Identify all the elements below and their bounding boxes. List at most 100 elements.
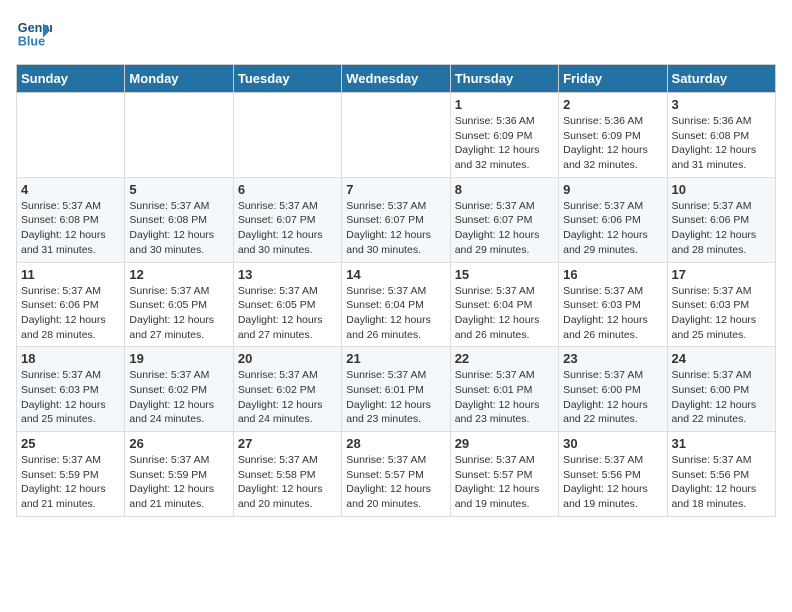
day-number: 17	[672, 267, 771, 282]
day-detail: Sunrise: 5:37 AM Sunset: 5:57 PM Dayligh…	[455, 453, 554, 512]
logo: General Blue	[16, 16, 52, 52]
calendar-day-cell: 31 Sunrise: 5:37 AM Sunset: 5:56 PM Dayl…	[667, 432, 775, 517]
day-number: 11	[21, 267, 120, 282]
day-detail: Sunrise: 5:36 AM Sunset: 6:09 PM Dayligh…	[455, 114, 554, 173]
day-detail: Sunrise: 5:37 AM Sunset: 5:56 PM Dayligh…	[672, 453, 771, 512]
calendar-day-header: Sunday	[17, 65, 125, 93]
day-number: 12	[129, 267, 228, 282]
calendar-day-cell: 29 Sunrise: 5:37 AM Sunset: 5:57 PM Dayl…	[450, 432, 558, 517]
day-number: 18	[21, 351, 120, 366]
calendar-day-cell: 14 Sunrise: 5:37 AM Sunset: 6:04 PM Dayl…	[342, 262, 450, 347]
calendar-day-cell: 6 Sunrise: 5:37 AM Sunset: 6:07 PM Dayli…	[233, 177, 341, 262]
calendar-day-cell: 25 Sunrise: 5:37 AM Sunset: 5:59 PM Dayl…	[17, 432, 125, 517]
day-detail: Sunrise: 5:37 AM Sunset: 5:57 PM Dayligh…	[346, 453, 445, 512]
day-detail: Sunrise: 5:37 AM Sunset: 5:59 PM Dayligh…	[21, 453, 120, 512]
day-number: 28	[346, 436, 445, 451]
day-detail: Sunrise: 5:37 AM Sunset: 6:08 PM Dayligh…	[21, 199, 120, 258]
calendar-day-cell: 3 Sunrise: 5:36 AM Sunset: 6:08 PM Dayli…	[667, 93, 775, 178]
calendar-day-cell: 1 Sunrise: 5:36 AM Sunset: 6:09 PM Dayli…	[450, 93, 558, 178]
calendar-day-cell: 7 Sunrise: 5:37 AM Sunset: 6:07 PM Dayli…	[342, 177, 450, 262]
calendar-day-cell: 16 Sunrise: 5:37 AM Sunset: 6:03 PM Dayl…	[559, 262, 667, 347]
calendar-week-row: 18 Sunrise: 5:37 AM Sunset: 6:03 PM Dayl…	[17, 347, 776, 432]
day-detail: Sunrise: 5:37 AM Sunset: 5:58 PM Dayligh…	[238, 453, 337, 512]
calendar-day-header: Saturday	[667, 65, 775, 93]
calendar-table: SundayMondayTuesdayWednesdayThursdayFrid…	[16, 64, 776, 517]
day-number: 9	[563, 182, 662, 197]
calendar-day-cell	[342, 93, 450, 178]
day-number: 25	[21, 436, 120, 451]
day-detail: Sunrise: 5:37 AM Sunset: 6:06 PM Dayligh…	[563, 199, 662, 258]
calendar-day-cell	[17, 93, 125, 178]
calendar-day-cell: 18 Sunrise: 5:37 AM Sunset: 6:03 PM Dayl…	[17, 347, 125, 432]
calendar-day-cell: 20 Sunrise: 5:37 AM Sunset: 6:02 PM Dayl…	[233, 347, 341, 432]
day-number: 16	[563, 267, 662, 282]
calendar-day-cell: 9 Sunrise: 5:37 AM Sunset: 6:06 PM Dayli…	[559, 177, 667, 262]
calendar-day-cell: 8 Sunrise: 5:37 AM Sunset: 6:07 PM Dayli…	[450, 177, 558, 262]
day-detail: Sunrise: 5:37 AM Sunset: 6:01 PM Dayligh…	[346, 368, 445, 427]
calendar-day-cell: 26 Sunrise: 5:37 AM Sunset: 5:59 PM Dayl…	[125, 432, 233, 517]
calendar-day-cell	[125, 93, 233, 178]
day-detail: Sunrise: 5:37 AM Sunset: 6:08 PM Dayligh…	[129, 199, 228, 258]
page-header: General Blue	[16, 16, 776, 52]
calendar-day-cell: 2 Sunrise: 5:36 AM Sunset: 6:09 PM Dayli…	[559, 93, 667, 178]
day-number: 5	[129, 182, 228, 197]
calendar-week-row: 1 Sunrise: 5:36 AM Sunset: 6:09 PM Dayli…	[17, 93, 776, 178]
calendar-week-row: 25 Sunrise: 5:37 AM Sunset: 5:59 PM Dayl…	[17, 432, 776, 517]
day-detail: Sunrise: 5:37 AM Sunset: 6:04 PM Dayligh…	[455, 284, 554, 343]
calendar-day-cell: 24 Sunrise: 5:37 AM Sunset: 6:00 PM Dayl…	[667, 347, 775, 432]
day-number: 21	[346, 351, 445, 366]
day-number: 8	[455, 182, 554, 197]
calendar-day-cell: 11 Sunrise: 5:37 AM Sunset: 6:06 PM Dayl…	[17, 262, 125, 347]
day-detail: Sunrise: 5:37 AM Sunset: 6:04 PM Dayligh…	[346, 284, 445, 343]
day-number: 20	[238, 351, 337, 366]
calendar-header-row: SundayMondayTuesdayWednesdayThursdayFrid…	[17, 65, 776, 93]
day-number: 30	[563, 436, 662, 451]
day-detail: Sunrise: 5:37 AM Sunset: 6:07 PM Dayligh…	[238, 199, 337, 258]
calendar-day-cell: 5 Sunrise: 5:37 AM Sunset: 6:08 PM Dayli…	[125, 177, 233, 262]
day-number: 26	[129, 436, 228, 451]
day-number: 23	[563, 351, 662, 366]
day-detail: Sunrise: 5:36 AM Sunset: 6:08 PM Dayligh…	[672, 114, 771, 173]
calendar-day-cell: 22 Sunrise: 5:37 AM Sunset: 6:01 PM Dayl…	[450, 347, 558, 432]
calendar-day-cell: 21 Sunrise: 5:37 AM Sunset: 6:01 PM Dayl…	[342, 347, 450, 432]
day-detail: Sunrise: 5:37 AM Sunset: 6:06 PM Dayligh…	[21, 284, 120, 343]
calendar-week-row: 4 Sunrise: 5:37 AM Sunset: 6:08 PM Dayli…	[17, 177, 776, 262]
calendar-day-cell: 27 Sunrise: 5:37 AM Sunset: 5:58 PM Dayl…	[233, 432, 341, 517]
day-detail: Sunrise: 5:37 AM Sunset: 6:07 PM Dayligh…	[455, 199, 554, 258]
day-detail: Sunrise: 5:37 AM Sunset: 6:03 PM Dayligh…	[21, 368, 120, 427]
day-detail: Sunrise: 5:37 AM Sunset: 6:03 PM Dayligh…	[563, 284, 662, 343]
day-detail: Sunrise: 5:37 AM Sunset: 6:00 PM Dayligh…	[672, 368, 771, 427]
day-number: 15	[455, 267, 554, 282]
day-number: 24	[672, 351, 771, 366]
day-detail: Sunrise: 5:37 AM Sunset: 6:00 PM Dayligh…	[563, 368, 662, 427]
day-detail: Sunrise: 5:37 AM Sunset: 6:03 PM Dayligh…	[672, 284, 771, 343]
calendar-day-header: Thursday	[450, 65, 558, 93]
calendar-day-cell: 19 Sunrise: 5:37 AM Sunset: 6:02 PM Dayl…	[125, 347, 233, 432]
day-number: 14	[346, 267, 445, 282]
day-detail: Sunrise: 5:36 AM Sunset: 6:09 PM Dayligh…	[563, 114, 662, 173]
calendar-day-header: Friday	[559, 65, 667, 93]
day-number: 7	[346, 182, 445, 197]
calendar-day-cell: 10 Sunrise: 5:37 AM Sunset: 6:06 PM Dayl…	[667, 177, 775, 262]
day-detail: Sunrise: 5:37 AM Sunset: 5:56 PM Dayligh…	[563, 453, 662, 512]
day-detail: Sunrise: 5:37 AM Sunset: 6:02 PM Dayligh…	[238, 368, 337, 427]
calendar-day-cell: 23 Sunrise: 5:37 AM Sunset: 6:00 PM Dayl…	[559, 347, 667, 432]
day-detail: Sunrise: 5:37 AM Sunset: 5:59 PM Dayligh…	[129, 453, 228, 512]
day-detail: Sunrise: 5:37 AM Sunset: 6:06 PM Dayligh…	[672, 199, 771, 258]
calendar-day-header: Monday	[125, 65, 233, 93]
logo-icon: General Blue	[16, 16, 52, 52]
calendar-day-cell: 15 Sunrise: 5:37 AM Sunset: 6:04 PM Dayl…	[450, 262, 558, 347]
day-number: 2	[563, 97, 662, 112]
day-detail: Sunrise: 5:37 AM Sunset: 6:07 PM Dayligh…	[346, 199, 445, 258]
calendar-day-cell	[233, 93, 341, 178]
day-number: 6	[238, 182, 337, 197]
day-number: 31	[672, 436, 771, 451]
day-detail: Sunrise: 5:37 AM Sunset: 6:05 PM Dayligh…	[129, 284, 228, 343]
day-number: 19	[129, 351, 228, 366]
calendar-day-header: Wednesday	[342, 65, 450, 93]
day-detail: Sunrise: 5:37 AM Sunset: 6:01 PM Dayligh…	[455, 368, 554, 427]
day-number: 22	[455, 351, 554, 366]
calendar-day-cell: 4 Sunrise: 5:37 AM Sunset: 6:08 PM Dayli…	[17, 177, 125, 262]
day-number: 4	[21, 182, 120, 197]
day-number: 3	[672, 97, 771, 112]
